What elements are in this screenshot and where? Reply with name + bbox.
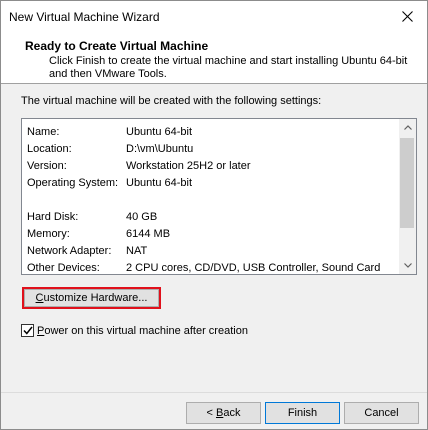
setting-value: Ubuntu 64-bit <box>126 176 193 189</box>
power-on-label: Power on this virtual machine after crea… <box>37 324 248 337</box>
settings-row: Version: Workstation 25H2 or later <box>27 157 399 174</box>
chevron-up-icon <box>403 125 412 130</box>
setting-value: Ubuntu 64-bit <box>126 125 193 138</box>
settings-row: Location: D:\vm\Ubuntu <box>27 140 399 157</box>
chevron-down-icon <box>403 263 412 268</box>
settings-rows: Name: Ubuntu 64-bit Location: D:\vm\Ubuntu V… <box>27 123 399 276</box>
setting-value: D:\vm\Ubuntu <box>126 142 194 155</box>
finish-button-label: Finish <box>287 407 318 419</box>
settings-row: Name: Ubuntu 64-bit <box>27 123 399 140</box>
settings-row: Memory: 6144 MB <box>27 225 399 242</box>
power-on-checkbox[interactable] <box>21 324 34 337</box>
back-button-label: < Back <box>206 407 241 419</box>
cancel-button[interactable]: Cancel <box>344 402 419 424</box>
settings-summary-list[interactable]: Name: Ubuntu 64-bit Location: D:\vm\Ubuntu V… <box>21 118 417 275</box>
setting-value: Workstation 25H2 or later <box>126 159 251 172</box>
setting-key: Version: <box>27 159 67 172</box>
page-description: Click Finish to create the virtual machi… <box>49 55 408 80</box>
setting-key: Hard Disk: <box>27 210 79 223</box>
close-button[interactable] <box>387 1 427 32</box>
wizard-footer: < Back Finish Cancel <box>1 393 427 429</box>
back-button[interactable]: < Back <box>186 402 261 424</box>
window-title: New Virtual Machine Wizard <box>9 10 160 24</box>
scroll-up-button[interactable] <box>399 119 416 136</box>
setting-key: Other Devices: <box>27 261 100 274</box>
scroll-down-button[interactable] <box>399 257 416 274</box>
settings-row: Operating System: Ubuntu 64-bit <box>27 174 399 191</box>
setting-key: Network Adapter: <box>27 244 112 257</box>
setting-key: Operating System: <box>27 176 119 189</box>
setting-value: 2 CPU cores, CD/DVD, USB Controller, Sou… <box>126 261 381 274</box>
settings-row: Other Devices: 2 CPU cores, CD/DVD, USB C… <box>27 259 399 276</box>
cancel-button-label: Cancel <box>364 407 399 419</box>
page-title: Ready to Create Virtual Machine <box>25 39 209 53</box>
settings-row <box>27 191 399 208</box>
setting-key: Location: <box>27 142 72 155</box>
settings-row: Network Adapter: NAT <box>27 242 399 259</box>
scrollbar-thumb[interactable] <box>400 138 414 228</box>
checkmark-icon <box>22 326 33 335</box>
wizard-window: New Virtual Machine Wizard Ready to Crea… <box>0 0 428 430</box>
customize-hardware-label: Customize Hardware... <box>35 292 148 304</box>
wizard-body: The virtual machine will be created with… <box>1 85 427 392</box>
finish-button[interactable]: Finish <box>265 402 340 424</box>
title-bar: New Virtual Machine Wizard <box>1 1 427 32</box>
setting-value: NAT <box>126 244 148 257</box>
power-on-option[interactable]: Power on this virtual machine after crea… <box>21 324 248 337</box>
customize-hardware-button-face: Customize Hardware... <box>24 289 159 307</box>
wizard-header: Ready to Create Virtual Machine Click Fi… <box>1 32 427 84</box>
close-icon <box>401 11 413 22</box>
intro-text: The virtual machine will be created with… <box>21 95 322 107</box>
vertical-scrollbar[interactable] <box>399 119 416 274</box>
customize-hardware-button[interactable]: Customize Hardware... <box>22 287 161 309</box>
settings-row: Hard Disk: 40 GB <box>27 208 399 225</box>
setting-key: Name: <box>27 125 60 138</box>
setting-key: Memory: <box>27 227 70 240</box>
setting-value: 40 GB <box>126 210 158 223</box>
setting-value: 6144 MB <box>126 227 171 240</box>
